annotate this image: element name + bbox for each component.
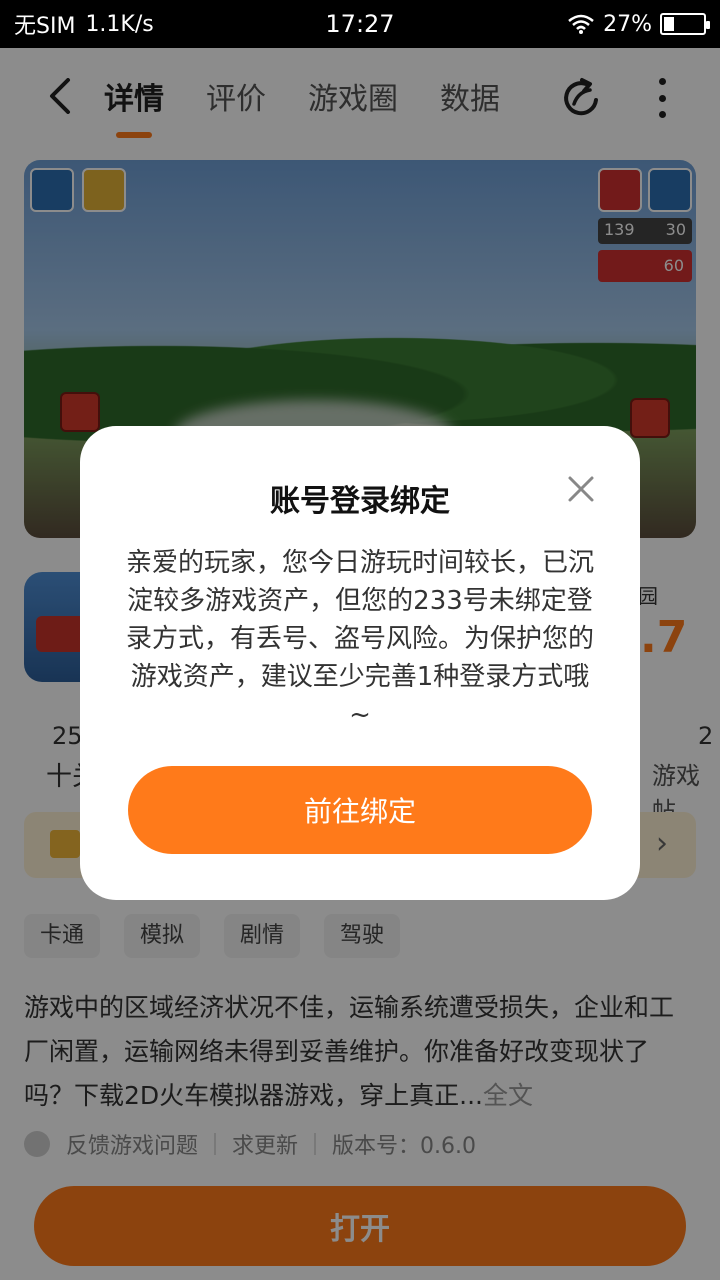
dialog-title: 账号登录绑定 xyxy=(270,484,450,519)
carrier-label: 无SIM xyxy=(14,14,76,39)
battery-fill xyxy=(664,17,675,31)
battery-percent: 27% xyxy=(603,11,652,37)
charging-icon: ⚡ xyxy=(677,14,689,34)
go-bind-button[interactable]: 前往绑定 xyxy=(128,766,592,854)
status-left: 无SIM 1.1K/s xyxy=(14,8,154,40)
bind-account-dialog: 账号登录绑定 亲爱的玩家，您今日游玩时间较长，已沉淀较多游戏资产，但您的233号… xyxy=(80,426,640,900)
close-button[interactable] xyxy=(562,470,600,508)
battery-icon: ⚡ xyxy=(660,13,710,35)
close-icon xyxy=(568,476,594,502)
network-speed: 1.1K/s xyxy=(85,11,154,37)
dialog-message: 亲爱的玩家，您今日游玩时间较长，已沉淀较多游戏资产，但您的233号未绑定登录方式… xyxy=(125,548,594,730)
wifi-icon xyxy=(568,14,594,34)
status-bar: 无SIM 1.1K/s 17:27 27% ⚡ xyxy=(0,0,720,48)
status-right: 27% ⚡ xyxy=(567,11,710,37)
